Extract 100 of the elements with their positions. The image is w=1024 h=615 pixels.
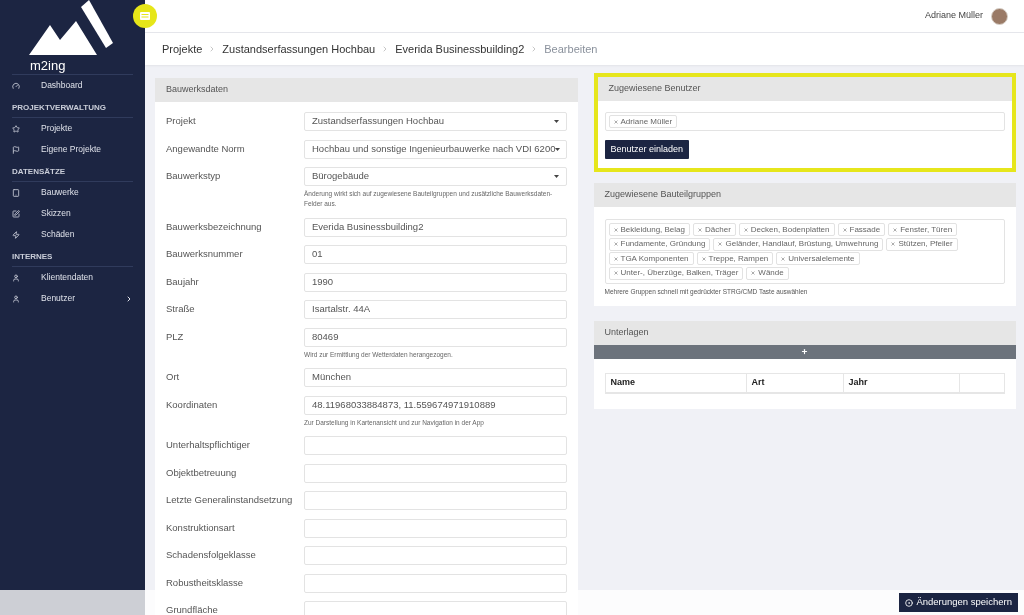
select-field[interactable]: Bürogebäude	[304, 167, 567, 186]
card-header: Unterlagen	[593, 320, 1016, 345]
pen-square-icon	[12, 209, 20, 218]
user-name[interactable]: Adriane Müller	[924, 9, 983, 23]
mountain-logo-icon	[29, 0, 114, 55]
group-tag-field[interactable]	[604, 219, 1005, 284]
field-label: Bauwerksbezeichnung	[166, 219, 263, 233]
breadcrumb-link[interactable]: Everida Businessbuilding2	[395, 40, 525, 58]
column-header: Name	[605, 373, 747, 392]
text-field[interactable]: 1990	[304, 272, 567, 292]
remove-icon	[781, 256, 786, 261]
remove-icon	[613, 271, 618, 275]
chevron-right-icon	[125, 294, 133, 303]
text-field[interactable]	[304, 601, 567, 615]
user-tag-field[interactable]: Adriane Müller	[604, 112, 1005, 131]
remove-icon	[698, 227, 702, 232]
brand-name: m2ing	[30, 59, 66, 73]
field-label: Ort	[166, 370, 181, 383]
tag-chip[interactable]: Fenster, Türen	[888, 223, 958, 236]
avatar-icon[interactable]	[991, 7, 1008, 25]
field-label: Konstruktionsart	[166, 520, 236, 534]
text-field[interactable]	[304, 518, 567, 538]
sidebar-item[interactable]: Dashboard	[0, 75, 145, 96]
sidebar-heading: PROJEKTVERWALTUNG	[12, 96, 133, 118]
sidebar-heading: DATENSÄTZE	[12, 160, 133, 182]
text-field[interactable]	[304, 463, 567, 483]
field-label: Objektbetreuung	[166, 465, 238, 479]
tag-chip[interactable]: Fassade	[837, 223, 886, 236]
text-field[interactable]: Everida Businessbuilding2	[304, 217, 567, 237]
tag-chip[interactable]: TGA Komponenten	[608, 252, 694, 265]
field-label: PLZ	[166, 329, 185, 343]
person-icon	[12, 294, 20, 303]
card-header: Zugewiesene Bauteilgruppen	[593, 183, 1016, 207]
caret-icon	[553, 120, 559, 123]
sidebar-heading: INTERNES	[12, 245, 133, 267]
remove-icon	[718, 242, 723, 246]
text-field[interactable]: 48.11968033884873, 11.559674971910889	[304, 395, 567, 415]
circle-dot-icon	[905, 598, 914, 607]
tag-chip[interactable]: Fundamente, Gründung	[608, 237, 711, 251]
star-icon	[12, 124, 20, 133]
sidebar-item[interactable]: Schäden	[0, 224, 145, 245]
text-field[interactable]	[304, 546, 567, 565]
sidebar-item[interactable]: Projekte	[0, 118, 145, 139]
text-field[interactable]	[304, 573, 567, 593]
field-label: Projekt	[166, 114, 197, 127]
caret-icon	[553, 175, 559, 178]
text-field[interactable]: München	[304, 368, 567, 387]
field-label: Koordinaten	[166, 397, 219, 411]
save-button[interactable]: Änderungen speichern	[899, 593, 1018, 612]
text-field[interactable]: 80469	[304, 327, 567, 347]
sidebar-item[interactable]: Skizzen	[0, 203, 145, 224]
field-label: Unterhaltspflichtiger	[166, 438, 251, 451]
field-label: Letzte Generalinstandsetzung	[166, 493, 294, 506]
text-field[interactable]	[304, 436, 567, 455]
tag-chip[interactable]: Wände	[746, 266, 789, 280]
field-label: Angewandte Norm	[166, 141, 246, 155]
tag-chip[interactable]: Geländer, Handlauf, Brüstung, Umwehrung	[713, 237, 884, 251]
sidebar-item[interactable]: Benutzer	[0, 288, 145, 309]
caret-icon	[555, 147, 561, 151]
text-field[interactable]: Isartalstr. 44A	[304, 300, 567, 319]
sidebar-item[interactable]: Eigene Projekte	[0, 139, 145, 160]
remove-icon	[743, 227, 748, 232]
tag-chip[interactable]: Universalelemente	[776, 252, 860, 265]
bolt-icon	[12, 230, 20, 239]
remove-icon	[842, 227, 847, 232]
remove-icon	[893, 227, 898, 232]
remove-icon	[613, 119, 618, 124]
sidebar-item[interactable]: Klientendaten	[0, 267, 145, 288]
remove-icon	[613, 242, 618, 246]
tablet-icon	[12, 188, 20, 197]
tag-chip[interactable]: Stützen, Pfeiler	[886, 237, 958, 251]
flag-icon	[12, 145, 20, 154]
select-field[interactable]: Zustandserfassungen Hochbau	[304, 112, 567, 131]
text-field[interactable]	[304, 491, 567, 510]
field-label: Robustheitsklasse	[166, 575, 245, 589]
select-field[interactable]: Hochbau und sonstige Ingenieurbauwerke nach VDI 6200	[304, 139, 567, 159]
menu-icon	[140, 12, 150, 20]
breadcrumb-current-page: Bearbeiten	[544, 41, 598, 57]
field-label: Straße	[166, 302, 196, 315]
field-label: Bauwerksnummer	[166, 247, 244, 260]
plus-icon	[801, 348, 809, 355]
tag-chip[interactable]: Dächer	[693, 223, 736, 236]
column-header: Jahr	[843, 373, 960, 392]
card-header: Bauwerksdaten	[155, 78, 578, 102]
remove-icon	[751, 271, 756, 275]
tag-chip[interactable]: Adriane Müller	[608, 115, 678, 128]
field-label: Baujahr	[166, 274, 200, 288]
person-icon	[12, 273, 20, 282]
sidebar-item[interactable]: Bauwerke	[0, 182, 145, 203]
remove-icon	[891, 242, 896, 246]
remove-icon	[701, 256, 706, 261]
tag-chip[interactable]: Unter-, Überzüge, Balken, Träger	[608, 266, 744, 280]
tag-chip[interactable]: Bekleidung, Belag	[608, 223, 690, 236]
field-label: Bauwerkstyp	[166, 169, 222, 182]
tag-chip[interactable]: Decken, Bodenplatten	[738, 223, 835, 236]
breadcrumb-link[interactable]: Zustandserfassungen Hochbau	[222, 40, 376, 58]
invite-user-button[interactable]: Benutzer einladen	[604, 140, 690, 159]
text-field[interactable]: 01	[304, 245, 567, 264]
tag-chip[interactable]: Treppe, Rampen	[696, 252, 774, 265]
breadcrumb-link[interactable]: Projekte	[162, 40, 203, 58]
